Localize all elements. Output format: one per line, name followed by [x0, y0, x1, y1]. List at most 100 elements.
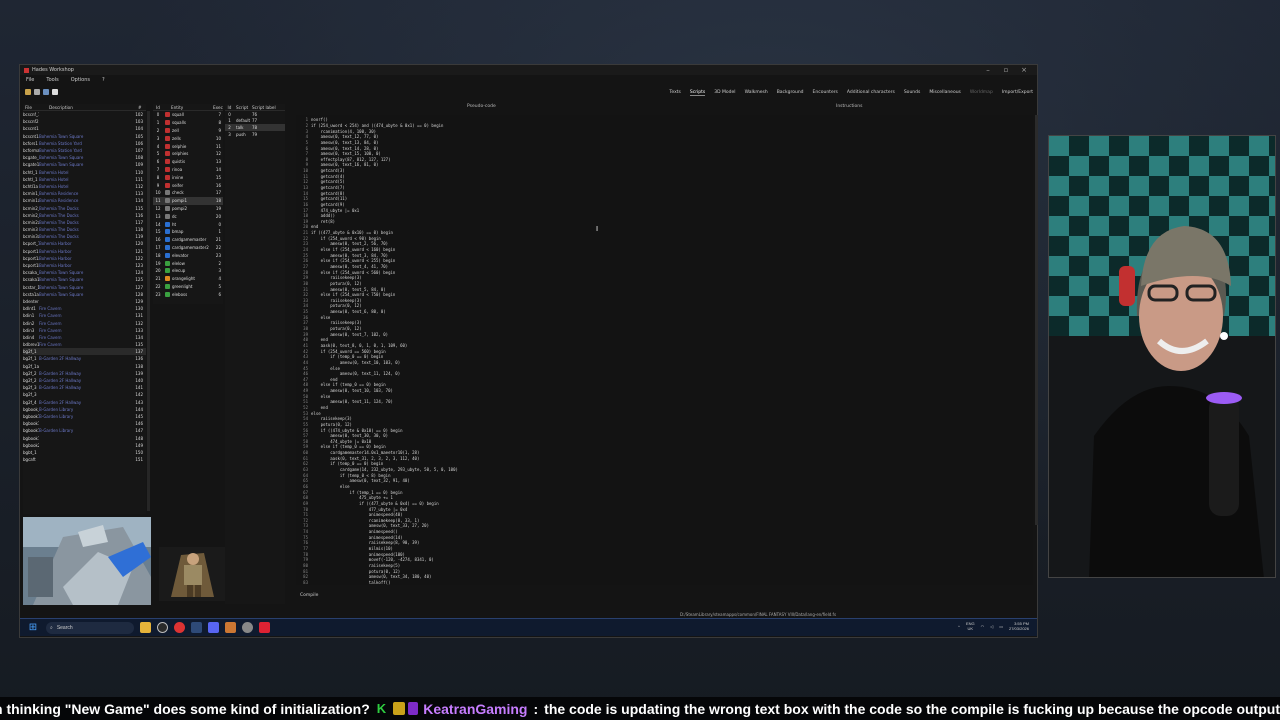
file-row[interactable]: bchtl1a Bohemia Hotel 112	[23, 183, 146, 190]
game-icon[interactable]	[259, 622, 270, 633]
script-row[interactable]: 0 76	[225, 111, 285, 118]
code-scrollbar[interactable]	[1035, 115, 1038, 525]
file-row[interactable]: bcmin2_1Bohemia The Docks 115	[23, 204, 146, 211]
save-icon[interactable]	[34, 89, 40, 95]
col-description[interactable]: Description	[39, 105, 138, 110]
entity-row[interactable]: 5 selphies 12	[153, 150, 223, 158]
menu-file[interactable]: File	[26, 77, 34, 83]
file-row[interactable]: bg2f_1 B-Garden 2F Hallway 136	[23, 355, 146, 362]
file-row[interactable]: bgbook1bB-Garden Library 147	[23, 427, 146, 434]
file-row[interactable]: bgbook_1B-Garden Library 144	[23, 406, 146, 413]
entity-row[interactable]: 4 selphie 11	[153, 142, 223, 150]
close-file-icon[interactable]	[52, 89, 58, 95]
col-entity[interactable]: Entity	[163, 105, 213, 110]
tab-encounters[interactable]: Encounters	[813, 90, 838, 96]
file-row[interactable]: bdbrev1 Fire Cavern 135	[23, 341, 146, 348]
file-row[interactable]: bdin1 Fire Cavern 131	[23, 312, 146, 319]
battery-icon[interactable]: ▭	[999, 624, 1003, 629]
file-row[interactable]: bcgate1aBohemia Town Square 109	[23, 161, 146, 168]
col-script-label[interactable]: Script label	[252, 105, 285, 110]
entity-row[interactable]: 23 eleboss 6	[153, 290, 223, 298]
tab-worldmap[interactable]: Worldmap	[970, 90, 993, 96]
save-as-icon[interactable]	[43, 89, 49, 95]
entity-row[interactable]: 9 seifer 16	[153, 181, 223, 189]
file-row[interactable]: bgbt_1 150	[23, 449, 146, 456]
col-exec[interactable]: Exec	[213, 105, 223, 110]
settings-icon[interactable]	[242, 622, 253, 633]
tab-scripts[interactable]: Scripts	[689, 90, 706, 96]
file-row[interactable]: bg2f_1a 138	[23, 363, 146, 370]
entity-row[interactable]: 10 check 17	[153, 189, 223, 197]
file-row[interactable]: bcstar_1 Bohemia Town Square 127	[23, 284, 146, 291]
windows-start-icon[interactable]: ⊞	[26, 621, 40, 635]
tray-chevron-icon[interactable]: ^	[958, 624, 960, 629]
steam-icon[interactable]	[191, 622, 202, 633]
file-row[interactable]: bg2f_2 B-Garden 2F Hallway 139	[23, 370, 146, 377]
wifi-icon[interactable]: ◠	[981, 624, 985, 629]
tab-miscellaneous[interactable]: Miscellaneous	[929, 90, 961, 96]
entity-row[interactable]: 6 quistis 13	[153, 158, 223, 166]
file-row[interactable]: bcmin3 Bohemia The Docks 118	[23, 226, 146, 233]
entity-row[interactable]: 7 rinoa 14	[153, 166, 223, 174]
file-row[interactable]: bcscnf_1 102	[23, 111, 146, 118]
file-row[interactable]: bgbook1a 146	[23, 420, 146, 427]
col-script-id[interactable]: Id	[225, 105, 234, 110]
instructions-label[interactable]: Instructions	[836, 104, 862, 109]
file-row[interactable]: bdin3 Fire Cavern 133	[23, 327, 146, 334]
file-row[interactable]: bgcaft 151	[23, 456, 146, 463]
file-row[interactable]: bcmin2_1Bohemia The Docks 116	[23, 212, 146, 219]
file-list-scrollbar[interactable]	[147, 111, 150, 511]
file-row[interactable]: bg2f_3 B-Garden 2F Hallway 141	[23, 384, 146, 391]
tab-background[interactable]: Background	[777, 90, 804, 96]
chrome-icon[interactable]	[174, 622, 185, 633]
tab-sounds[interactable]: Sounds	[904, 90, 921, 96]
file-row[interactable]: bgbook1c 148	[23, 434, 146, 441]
open-icon[interactable]	[25, 89, 31, 95]
file-row[interactable]: bcscnf2 103	[23, 118, 146, 125]
file-row[interactable]: bchtl_1 Bohemia Hotel 111	[23, 176, 146, 183]
entity-row[interactable]: 21 orangelight 4	[153, 275, 223, 283]
script-row[interactable]: 1 default 77	[225, 118, 285, 125]
file-row[interactable]: bg2f_1 137	[23, 348, 146, 356]
menu-options[interactable]: Options	[71, 77, 90, 83]
tab-additional-characters[interactable]: Additional characters	[847, 90, 895, 96]
file-row[interactable]: bcport1bBohemia Harbor 123	[23, 262, 146, 269]
file-row[interactable]: bcmin1a Bohemia Residence 114	[23, 197, 146, 204]
maximize-icon[interactable]: ▫	[997, 66, 1015, 74]
clock[interactable]: 3:55 PM 27/03/2026	[1009, 621, 1029, 631]
file-row[interactable]: bcscnt15 104	[23, 125, 146, 132]
pseudo-code-editor[interactable]: 1 noorf() 2 if (254_uword < 254) and ((474_…	[296, 115, 1033, 585]
entity-row[interactable]: 17 cardgamemaster2 22	[153, 244, 223, 252]
file-row[interactable]: bcgate_1Bohemia Town Square 108	[23, 154, 146, 161]
col-entity-id[interactable]: Id	[153, 105, 163, 110]
file-row[interactable]: bcmin2a Bohemia The Docks 117	[23, 219, 146, 226]
discord-icon[interactable]	[208, 622, 219, 633]
entity-row[interactable]: 18 elevator 23	[153, 251, 223, 259]
file-row[interactable]: bcfors1 Bohemia Station Yard 106	[23, 140, 146, 147]
file-explorer-icon[interactable]	[140, 622, 151, 633]
file-row[interactable]: bcmin3a Bohemia The Docks 119	[23, 233, 146, 240]
entity-row[interactable]: 11 pompi1 18	[153, 196, 223, 205]
file-row[interactable]: bdin2 Fire Cavern 132	[23, 319, 146, 326]
col-file[interactable]: File	[23, 105, 39, 110]
file-row[interactable]: bgbook1 B-Garden Library 145	[23, 413, 146, 420]
script-row[interactable]: 2 talk 78	[225, 124, 285, 131]
tab-walkmesh[interactable]: Walkmesh	[745, 90, 768, 96]
file-row[interactable]: bcforma1aBohemia Station Yard 107	[23, 147, 146, 154]
entity-row[interactable]: 8 irvine 15	[153, 173, 223, 181]
file-row[interactable]: bg2f_3 142	[23, 391, 146, 398]
entity-row[interactable]: 3 zells 10	[153, 134, 223, 142]
col-number[interactable]: #	[138, 105, 146, 110]
hades-workshop-icon[interactable]	[225, 622, 236, 633]
entity-row[interactable]: 20 elecup 3	[153, 267, 223, 275]
entity-row[interactable]: 19 elelow 2	[153, 259, 223, 267]
entity-row[interactable]: 22 greenlight 5	[153, 283, 223, 291]
entity-row[interactable]: 13 dc 20	[153, 212, 223, 220]
file-row[interactable]: bdenter1 129	[23, 298, 146, 305]
file-row[interactable]: bcsaka1aBohemia Town Square 125	[23, 276, 146, 283]
file-row[interactable]: bcsta1a Bohemia Town Square 128	[23, 291, 146, 298]
file-row[interactable]: bcscnt1aBohemia Town Square 105	[23, 133, 146, 140]
entity-row[interactable]: 15 bmap 1	[153, 228, 223, 236]
entity-row[interactable]: 0 squall 7	[153, 111, 223, 119]
file-row[interactable]: bg2f_4 B-Garden 2F Hallway 143	[23, 399, 146, 406]
